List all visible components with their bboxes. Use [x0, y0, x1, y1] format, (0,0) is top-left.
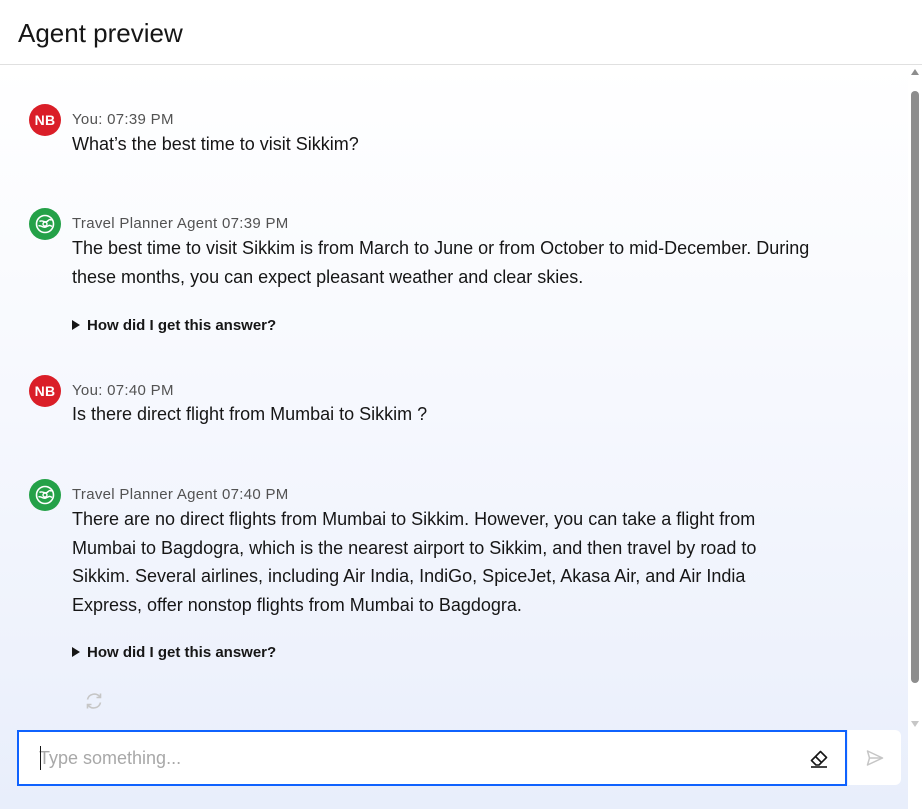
message-meta: Travel Planner Agent 07:39 PM	[72, 215, 289, 232]
message-meta: Travel Planner Agent 07:40 PM	[72, 486, 289, 503]
avatar: NB	[29, 375, 61, 407]
panel-header: Agent preview	[0, 0, 922, 65]
how-did-i-get-this-answer-toggle[interactable]: How did I get this answer?	[72, 317, 276, 334]
message-composer	[17, 730, 847, 786]
chat-transcript[interactable]: NB You: 07:39 PM What’s the best time to…	[0, 65, 908, 809]
caret-right-icon	[72, 647, 80, 657]
disclosure-label: How did I get this answer?	[87, 644, 277, 661]
scroll-down-arrow-icon[interactable]	[911, 721, 919, 727]
caret-right-icon	[72, 320, 80, 330]
agent-globe-icon	[29, 479, 61, 511]
avatar: NB	[29, 104, 61, 136]
eraser-icon[interactable]	[807, 746, 831, 770]
chat-scrollbar[interactable]	[908, 65, 922, 729]
disclosure-label: How did I get this answer?	[87, 317, 277, 334]
how-did-i-get-this-answer-toggle[interactable]: How did I get this answer?	[72, 644, 276, 661]
text-caret	[40, 746, 41, 770]
send-icon	[866, 749, 883, 766]
send-button[interactable]	[848, 730, 901, 785]
page-title: Agent preview	[18, 18, 183, 48]
message-text: What’s the best time to visit Sikkim?	[72, 134, 359, 154]
message-text: Is there direct flight from Mumbai to Si…	[72, 404, 428, 424]
message-meta: You: 07:39 PM	[72, 111, 174, 128]
scroll-up-arrow-icon[interactable]	[911, 69, 919, 75]
message-text: The best time to visit Sikkim is from Ma…	[72, 238, 810, 287]
agent-preview-panel: Agent preview NB You: 07:39 PM What’s th…	[0, 0, 922, 809]
message-text: There are no direct flights from Mumbai …	[72, 509, 757, 615]
scrollbar-thumb[interactable]	[911, 91, 919, 683]
message-input[interactable]	[39, 732, 799, 784]
message-meta: You: 07:40 PM	[72, 382, 174, 399]
agent-globe-icon	[29, 208, 61, 240]
refresh-icon[interactable]	[83, 690, 105, 712]
